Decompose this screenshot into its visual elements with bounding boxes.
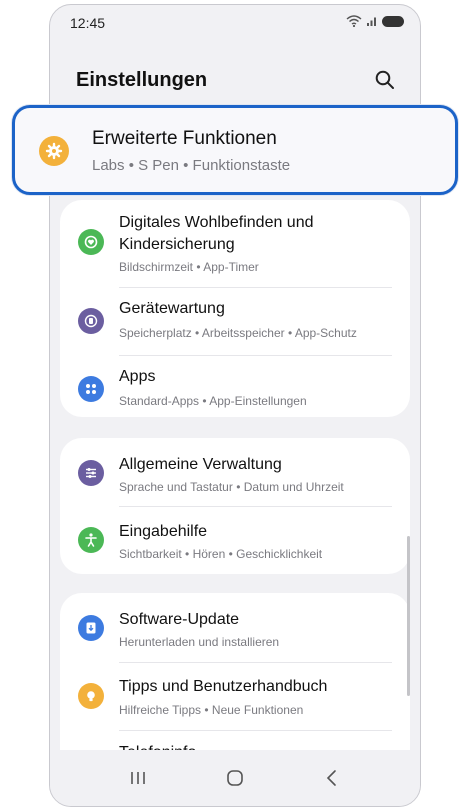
settings-item-general-management[interactable]: Allgemeine Verwaltung Sprache und Tastat… (60, 438, 410, 506)
back-icon (326, 770, 336, 786)
settings-item-software-update[interactable]: Software-Update Herunterladen und instal… (60, 593, 410, 661)
home-button[interactable] (215, 758, 255, 798)
settings-item-tips[interactable]: Tipps und Benutzerhandbuch Hilfreiche Ti… (60, 662, 410, 730)
heart-circle-icon (78, 229, 104, 255)
scrollbar[interactable] (407, 536, 410, 696)
download-icon (78, 615, 104, 641)
gear-icon (39, 136, 69, 166)
settings-group-2: Allgemeine Verwaltung Sprache und Tastat… (60, 438, 410, 574)
settings-item-accessibility[interactable]: Eingabehilfe Sichtbarkeit • Hören • Gesc… (60, 506, 410, 574)
page-title: Einstellungen (76, 69, 208, 91)
device-care-icon (78, 308, 104, 334)
settings-group-1: Digitales Wohlbefinden und Kindersicheru… (60, 200, 410, 417)
settings-item-subtitle: Hilfreiche Tipps • Neue Funktionen (119, 703, 304, 717)
sliders-icon (78, 460, 104, 486)
recent-apps-button[interactable] (118, 758, 158, 798)
settings-item-subtitle: Standard-Apps • App-Einstellungen (119, 394, 307, 408)
search-icon (375, 70, 394, 89)
accessibility-icon (78, 527, 104, 553)
navigation-bar (50, 750, 420, 806)
apps-grid-icon (78, 376, 104, 402)
settings-item-subtitle: Labs • S Pen • Funktionstaste (92, 157, 291, 174)
settings-item-title: Tipps und Benutzerhandbuch (119, 678, 328, 695)
status-bar: 12:45 (50, 5, 420, 41)
settings-item-subtitle: Sprache und Tastatur • Datum und Uhrzeit (119, 480, 344, 494)
settings-item-title: Erweiterte Funktionen (92, 128, 277, 149)
settings-item-wellbeing[interactable]: Digitales Wohlbefinden und Kindersicheru… (60, 200, 410, 284)
settings-item-subtitle: Bildschirmzeit • App-Timer (119, 260, 259, 274)
settings-item-subtitle: Herunterladen und installieren (119, 635, 280, 649)
signal-icon (367, 17, 376, 26)
settings-item-title: Digitales Wohlbefinden und Kindersicheru… (119, 214, 314, 253)
recent-apps-icon (131, 772, 146, 784)
settings-item-title: Software-Update (119, 611, 240, 628)
battery-icon (382, 15, 404, 27)
settings-group-3: Software-Update Herunterladen und instal… (60, 593, 410, 783)
wifi-icon (346, 15, 362, 27)
back-button[interactable] (312, 758, 352, 798)
settings-item-title: Apps (119, 368, 156, 385)
settings-item-advanced-features[interactable]: Erweiterte Funktionen Labs • S Pen • Fun… (12, 105, 458, 195)
status-time: 12:45 (70, 15, 106, 31)
settings-item-title: Eingabehilfe (119, 523, 208, 540)
settings-item-title: Gerätewartung (119, 300, 225, 317)
search-button[interactable] (374, 69, 396, 91)
settings-item-title: Allgemeine Verwaltung (119, 456, 282, 473)
settings-item-apps[interactable]: Apps Standard-Apps • App-Einstellungen (60, 356, 410, 424)
settings-item-subtitle: Speicherplatz • Arbeitsspeicher • App-Sc… (119, 326, 357, 340)
status-icons (346, 15, 404, 27)
home-icon (227, 770, 243, 786)
settings-item-subtitle: Sichtbarkeit • Hören • Geschicklichkeit (119, 547, 323, 561)
settings-item-device-care[interactable]: Gerätewartung Speicherplatz • Arbeitsspe… (60, 288, 410, 356)
lightbulb-icon (78, 683, 104, 709)
